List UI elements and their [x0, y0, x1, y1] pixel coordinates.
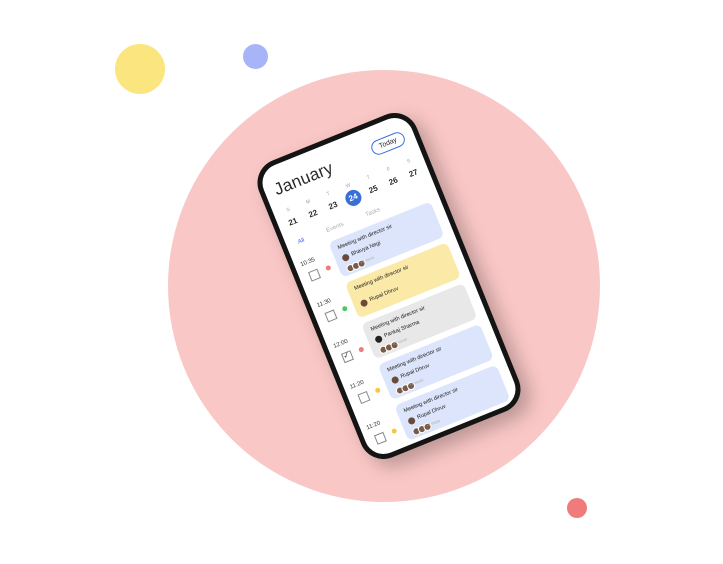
status-dot [325, 264, 332, 272]
more-attendees: +2 more [408, 377, 425, 388]
avatar [390, 375, 400, 385]
event-checkbox-checked[interactable] [340, 350, 354, 364]
more-attendees: +2 more [359, 254, 375, 265]
decor-blue-dot [243, 44, 268, 69]
event-person: Rupal Dhruv [368, 285, 400, 303]
event-checkbox[interactable] [307, 268, 322, 282]
tab-events[interactable]: Events [326, 222, 345, 234]
event-checkbox[interactable] [357, 390, 371, 405]
avatar [407, 416, 417, 426]
event-checkbox[interactable] [324, 309, 338, 323]
tab-all[interactable]: All [297, 238, 305, 246]
avatar [374, 334, 384, 344]
decor-yellow-dot [115, 44, 165, 94]
event-time: 11:30 [316, 298, 333, 310]
event-checkbox[interactable] [373, 431, 387, 445]
event-time: 11:20 [365, 420, 382, 432]
decor-red-dot [567, 498, 587, 518]
status-dot [358, 346, 365, 353]
tab-tasks[interactable]: Tasks [365, 207, 381, 218]
avatar [341, 253, 351, 263]
event-time: 11:20 [349, 379, 365, 391]
status-dot [341, 305, 349, 312]
more-attendees: +2 more [392, 336, 408, 347]
status-dot [374, 387, 382, 394]
today-button[interactable]: Today [369, 129, 408, 157]
avatar [359, 298, 369, 308]
event-time: 10:35 [299, 257, 316, 269]
day-cell[interactable]: S 27 [399, 155, 425, 184]
more-attendees: +2 more [425, 417, 441, 429]
status-dot [390, 427, 398, 435]
